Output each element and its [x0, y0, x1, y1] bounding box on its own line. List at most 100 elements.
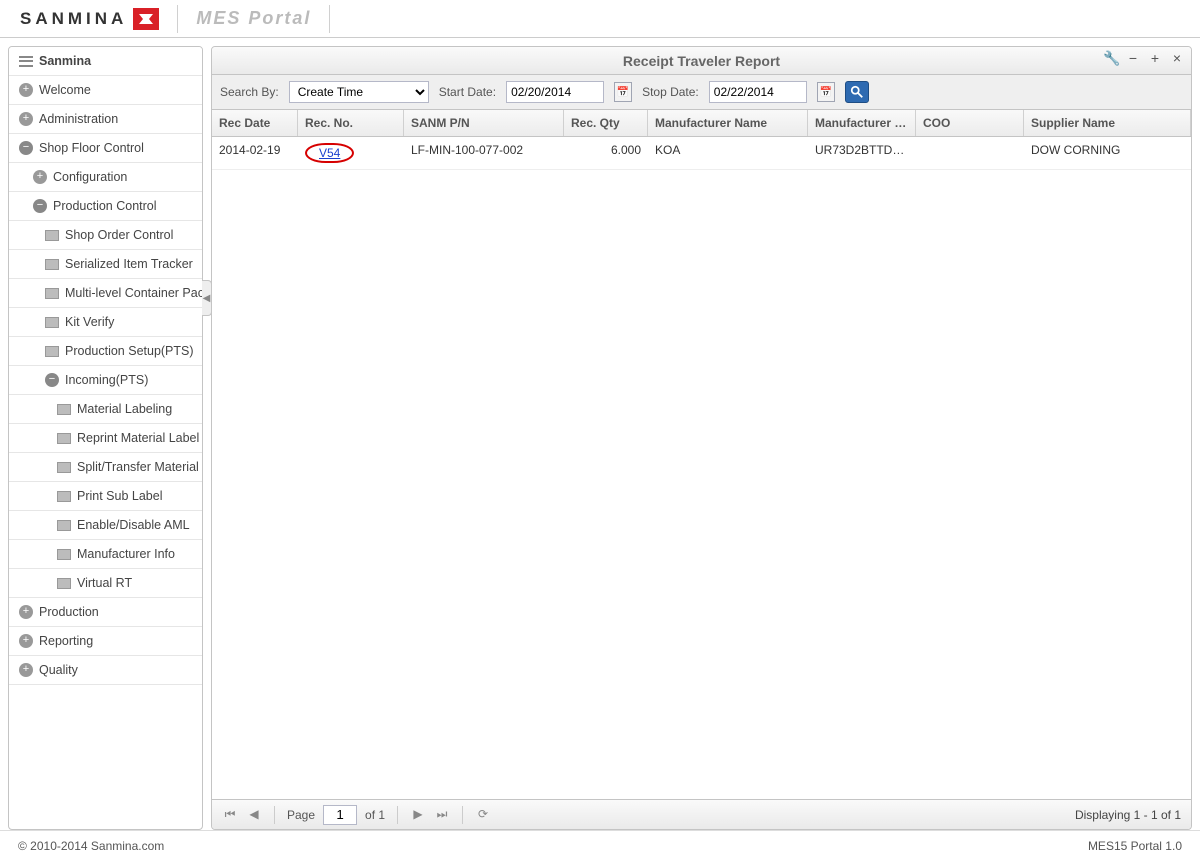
- start-date-label: Start Date:: [439, 85, 496, 99]
- col-coo[interactable]: COO: [916, 110, 1024, 136]
- gear-icon[interactable]: 🔧: [1103, 51, 1119, 67]
- minimize-icon[interactable]: −: [1125, 51, 1141, 67]
- separator: [274, 806, 275, 824]
- sidebar-item-print-sub-label[interactable]: Print Sub Label: [9, 482, 202, 511]
- sidebar-item-quality[interactable]: + Quality: [9, 656, 202, 685]
- paging-status: Displaying 1 - 1 of 1: [1075, 808, 1181, 822]
- cell-rec-no[interactable]: V54: [298, 137, 404, 169]
- sidebar: Sanmina + Welcome + Administration − Sho…: [8, 46, 203, 830]
- page-of-label: of 1: [365, 808, 385, 822]
- maximize-icon[interactable]: +: [1147, 51, 1163, 67]
- cell-mfr-name: KOA: [648, 137, 808, 169]
- col-sanm-pn[interactable]: SANM P/N: [404, 110, 564, 136]
- sidebar-item-administration[interactable]: + Administration: [9, 105, 202, 134]
- table-row[interactable]: 2014-02-19 V54 LF-MIN-100-077-002 6.000 …: [212, 137, 1191, 170]
- close-icon[interactable]: ×: [1169, 51, 1185, 67]
- separator: [462, 806, 463, 824]
- sidebar-item-configuration[interactable]: + Configuration: [9, 163, 202, 192]
- sidebar-item-shop-floor-control[interactable]: − Shop Floor Control: [9, 134, 202, 163]
- sidebar-item-label: Material Labeling: [77, 402, 172, 416]
- sidebar-item-reporting[interactable]: + Reporting: [9, 627, 202, 656]
- sidebar-item-label: Virtual RT: [77, 576, 132, 590]
- sidebar-item-production[interactable]: + Production: [9, 598, 202, 627]
- sidebar-item-reprint-material-label[interactable]: Reprint Material Label: [9, 424, 202, 453]
- sidebar-item-label: Production Setup(PTS): [65, 344, 194, 358]
- folder-icon: [45, 259, 59, 270]
- expand-icon: +: [33, 170, 47, 184]
- expand-icon: +: [19, 663, 33, 677]
- app-body: Sanmina + Welcome + Administration − Sho…: [0, 38, 1200, 830]
- page-label: Page: [287, 808, 315, 822]
- sidebar-item-incoming-pts[interactable]: − Incoming(PTS): [9, 366, 202, 395]
- paging-bar: ⏮ ◀ Page of 1 ▶ ⏭ ⟳ Displaying 1 - 1 of …: [212, 799, 1191, 829]
- brand-name: SANMINA: [20, 9, 127, 29]
- sidebar-item-label: Reporting: [39, 634, 93, 648]
- sidebar-item-label: Administration: [39, 112, 118, 126]
- sidebar-item-enable-disable-aml[interactable]: Enable/Disable AML: [9, 511, 202, 540]
- sidebar-item-label: Incoming(PTS): [65, 373, 148, 387]
- stop-date-input[interactable]: [709, 81, 807, 103]
- col-rec-qty[interactable]: Rec. Qty: [564, 110, 648, 136]
- filter-bar: Search By: Create Time Start Date: 📅 Sto…: [212, 75, 1191, 110]
- sidebar-item-sanmina[interactable]: Sanmina: [9, 47, 202, 76]
- col-mfr-name[interactable]: Manufacturer Name: [648, 110, 808, 136]
- col-rec-date[interactable]: Rec Date: [212, 110, 298, 136]
- col-rec-no[interactable]: Rec. No.: [298, 110, 404, 136]
- sidebar-collapse-handle[interactable]: ◀: [202, 280, 212, 316]
- prev-page-button[interactable]: ◀: [246, 807, 262, 823]
- folder-icon: [57, 549, 71, 560]
- sidebar-item-label: Shop Order Control: [65, 228, 173, 242]
- sidebar-item-label: Kit Verify: [65, 315, 114, 329]
- sidebar-item-production-control[interactable]: − Production Control: [9, 192, 202, 221]
- start-date-input[interactable]: [506, 81, 604, 103]
- sidebar-item-split-transfer-material[interactable]: Split/Transfer Material: [9, 453, 202, 482]
- search-by-label: Search By:: [220, 85, 279, 99]
- sidebar-item-manufacturer-info[interactable]: Manufacturer Info: [9, 540, 202, 569]
- sidebar-item-label: Quality: [39, 663, 78, 677]
- grid-header: Rec Date Rec. No. SANM P/N Rec. Qty Manu…: [212, 110, 1191, 137]
- grid-body: 2014-02-19 V54 LF-MIN-100-077-002 6.000 …: [212, 137, 1191, 799]
- page-input[interactable]: [323, 805, 357, 825]
- cell-supplier: DOW CORNING: [1024, 137, 1191, 169]
- collapse-icon: −: [45, 373, 59, 387]
- sidebar-item-label: Configuration: [53, 170, 127, 184]
- col-supplier[interactable]: Supplier Name: [1024, 110, 1191, 136]
- expand-icon: +: [19, 83, 33, 97]
- sidebar-item-material-labeling[interactable]: Material Labeling: [9, 395, 202, 424]
- sidebar-item-welcome[interactable]: + Welcome: [9, 76, 202, 105]
- folder-icon: [57, 578, 71, 589]
- sidebar-item-shop-order-control[interactable]: Shop Order Control: [9, 221, 202, 250]
- sidebar-item-kit-verify[interactable]: Kit Verify: [9, 308, 202, 337]
- search-by-select[interactable]: Create Time: [289, 81, 429, 103]
- refresh-button[interactable]: ⟳: [475, 807, 491, 823]
- last-page-button[interactable]: ⏭: [434, 807, 450, 823]
- col-mfr-pn[interactable]: Manufacturer PN: [808, 110, 916, 136]
- sidebar-item-label: Production: [39, 605, 99, 619]
- folder-icon: [57, 433, 71, 444]
- expand-icon: +: [19, 634, 33, 648]
- nav-tree: Sanmina + Welcome + Administration − Sho…: [9, 47, 202, 829]
- status-bar: © 2010-2014 Sanmina.com MES15 Portal 1.0: [0, 830, 1200, 861]
- cell-rec-qty: 6.000: [564, 137, 648, 169]
- calendar-icon[interactable]: 📅: [817, 82, 835, 102]
- sidebar-item-production-setup-pts[interactable]: Production Setup(PTS): [9, 337, 202, 366]
- sidebar-item-serialized-item-tracker[interactable]: Serialized Item Tracker: [9, 250, 202, 279]
- search-button[interactable]: [845, 81, 869, 103]
- sidebar-item-label: Production Control: [53, 199, 157, 213]
- first-page-button[interactable]: ⏮: [222, 807, 238, 823]
- calendar-icon[interactable]: 📅: [614, 82, 632, 102]
- sidebar-item-multi-level-container-pack[interactable]: Multi-level Container Pack...: [9, 279, 202, 308]
- topbar: SANMINA MES Portal: [0, 0, 1200, 38]
- folder-icon: [57, 404, 71, 415]
- folder-icon: [45, 288, 59, 299]
- rec-no-link[interactable]: V54: [319, 146, 340, 160]
- sidebar-item-label: Split/Transfer Material: [77, 460, 199, 474]
- portal-title: MES Portal: [196, 8, 311, 29]
- sidebar-item-label: Serialized Item Tracker: [65, 257, 193, 271]
- expand-icon: +: [19, 112, 33, 126]
- separator: [329, 5, 330, 33]
- folder-icon: [45, 317, 59, 328]
- folder-icon: [45, 230, 59, 241]
- sidebar-item-virtual-rt[interactable]: Virtual RT: [9, 569, 202, 598]
- next-page-button[interactable]: ▶: [410, 807, 426, 823]
